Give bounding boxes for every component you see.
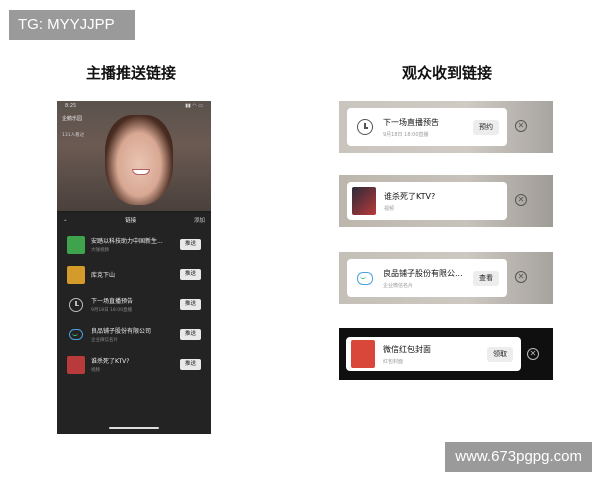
link-sub: 大咖视频 (91, 248, 109, 253)
link-sub: 视频 (91, 368, 100, 373)
clock-icon (69, 297, 83, 312)
sheet-header: ⌄ 链接 添加 (57, 213, 211, 227)
add-link-button[interactable]: 添加 (194, 216, 205, 224)
link-title: 库克下山 (91, 272, 116, 279)
viewer-banner: 谁杀死了KTV? 视频 ✕ (339, 175, 553, 227)
card-sub: 红包封面 (383, 358, 404, 365)
streamer-face (105, 115, 173, 205)
link-title: 安踏以科技助力中国新生... (91, 238, 163, 245)
video-thumbnail (352, 187, 376, 215)
viewer-banner: 良品铺子股份有限公... 企业微信名片 查看 ✕ (339, 252, 553, 304)
reserve-button[interactable]: 预约 (473, 119, 499, 135)
link-title: 下一场直播预告 (91, 298, 134, 305)
link-title: 谁杀死了KTV? (91, 358, 130, 365)
clock-icon (357, 119, 373, 135)
link-thumbnail (67, 265, 85, 284)
home-indicator (109, 427, 159, 429)
link-title: 良品铺子股份有限公司 (91, 328, 152, 335)
sheet-title: 链接 (125, 218, 137, 224)
push-button[interactable]: 推送 (180, 269, 201, 280)
view-button[interactable]: 查看 (473, 270, 499, 286)
stream-title: 企鹅乐园 (62, 116, 83, 122)
tag-label: TG: MYYJJPP (9, 10, 135, 40)
red-envelope-thumbnail (351, 340, 375, 368)
card-sub: 视频 (384, 205, 395, 212)
viewer-banner: 微信红包封面 红包封面 领取 ✕ (339, 328, 553, 380)
chat-icon (69, 329, 83, 340)
close-icon[interactable]: ✕ (515, 120, 527, 132)
link-row[interactable]: 下一场直播预告 9月18日 18:00直播 推送 (63, 292, 205, 317)
card-sub: 9月18日 18:00直播 (383, 131, 429, 138)
watermark: www.673pgpg.com (445, 442, 592, 472)
link-thumbnail (67, 235, 85, 254)
link-row[interactable]: 库克下山 推送 (63, 262, 205, 287)
close-icon[interactable]: ✕ (515, 271, 527, 283)
push-button[interactable]: 推送 (180, 359, 201, 370)
link-sheet: ⌄ 链接 添加 安踏以科技助力中国新生... 大咖视频 推送 库克下山 推送 下… (57, 213, 211, 434)
link-thumbnail (67, 355, 85, 374)
link-card[interactable]: 良品铺子股份有限公... 企业微信名片 查看 (347, 259, 507, 297)
card-sub: 企业微信名片 (383, 282, 414, 289)
claim-button[interactable]: 领取 (487, 346, 513, 362)
link-row[interactable]: 良品铺子股份有限公司 企业微信名片 推送 (63, 322, 205, 347)
link-row[interactable]: 安踏以科技助力中国新生... 大咖视频 推送 (63, 232, 205, 257)
heading-anchor-push: 主播推送链接 (86, 64, 177, 82)
status-time: 8:25 (65, 103, 77, 109)
viewer-count: 131人看过 (62, 133, 85, 138)
status-bar: 8:25 ▮▮ ◠ ▭ (57, 101, 211, 111)
viewer-banner: 下一场直播预告 9月18日 18:00直播 预约 ✕ (339, 101, 553, 153)
collapse-icon[interactable]: ⌄ (63, 217, 68, 223)
card-title: 良品铺子股份有限公... (383, 268, 463, 278)
close-icon[interactable]: ✕ (515, 194, 527, 206)
link-card[interactable]: 微信红包封面 红包封面 领取 (346, 337, 521, 371)
chat-icon (357, 271, 373, 285)
status-icons: ▮▮ ◠ ▭ (185, 103, 203, 109)
live-video: 8:25 ▮▮ ◠ ▭ 企鹅乐园 131人看过 (57, 101, 211, 211)
push-button[interactable]: 推送 (180, 239, 201, 250)
link-card[interactable]: 下一场直播预告 9月18日 18:00直播 预约 (347, 108, 507, 146)
link-sub: 9月18日 18:00直播 (91, 308, 132, 313)
link-sub: 企业微信名片 (91, 338, 118, 343)
card-title: 谁杀死了KTV? (384, 191, 436, 201)
heading-viewer-receive: 观众收到链接 (402, 64, 493, 82)
phone-mockup: 8:25 ▮▮ ◠ ▭ 企鹅乐园 131人看过 ⌄ 链接 添加 安踏以科技助力中… (57, 101, 211, 434)
close-icon[interactable]: ✕ (527, 348, 539, 360)
card-title: 下一场直播预告 (383, 117, 439, 127)
push-button[interactable]: 推送 (180, 299, 201, 310)
link-row[interactable]: 谁杀死了KTV? 视频 推送 (63, 352, 205, 377)
card-title: 微信红包封面 (383, 344, 431, 354)
link-card[interactable]: 谁杀死了KTV? 视频 (347, 182, 507, 220)
push-button[interactable]: 推送 (180, 329, 201, 340)
